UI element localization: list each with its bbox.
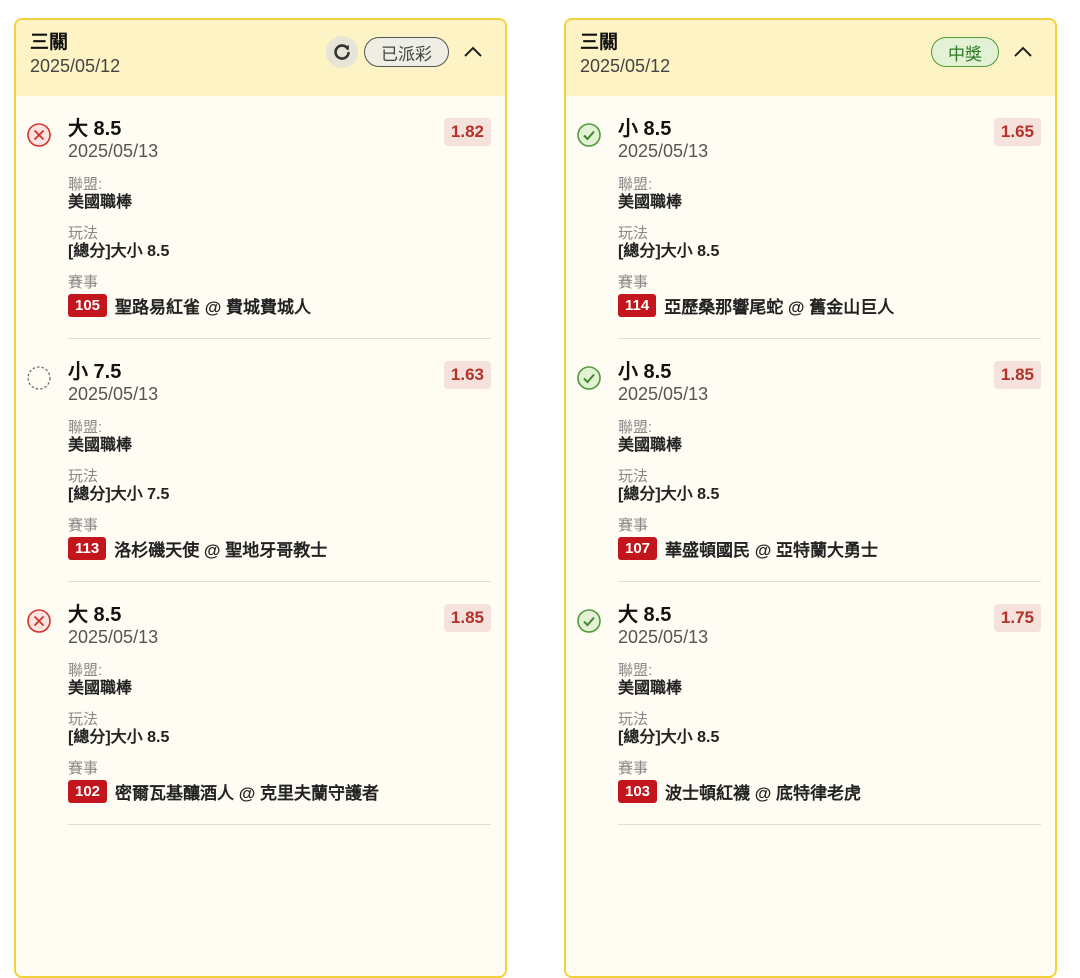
bet-slip-card: 三關 2025/05/12 中獎 小 8.5 2025/05/13 1.65 聯…: [564, 18, 1057, 978]
bet-type-value: [總分]大小 8.5: [618, 729, 720, 746]
league-label: 聯盟:: [618, 419, 653, 436]
status-badge: 中獎: [931, 37, 999, 67]
league-value: 美國職棒: [68, 194, 133, 211]
status-badge: 已派彩: [364, 37, 449, 67]
odds-badge: 1.85: [443, 604, 491, 632]
league-value: 美國職棒: [68, 680, 133, 697]
league-label: 聯盟:: [618, 662, 653, 679]
match-label: 賽事: [618, 274, 649, 291]
x-circle-icon: [27, 123, 51, 147]
bet-type-value: [總分]大小 8.5: [618, 243, 720, 260]
league-label: 聯盟:: [618, 176, 653, 193]
collapse-button[interactable]: [1005, 36, 1041, 68]
bet-date: 2025/05/13: [618, 627, 709, 647]
match-number: 107: [618, 537, 658, 560]
bet-selection: 小 7.5: [68, 361, 122, 383]
league-value: 美國職棒: [618, 680, 683, 697]
match-number: 113: [68, 537, 107, 560]
bet-date: 2025/05/13: [68, 384, 159, 404]
league-label: 聯盟:: [68, 662, 103, 679]
match-label: 賽事: [618, 760, 649, 777]
match-row: 102 密爾瓦基釀酒人 @ 克里夫蘭守護者: [68, 779, 491, 804]
bet-date: 2025/05/13: [68, 141, 159, 161]
match-row: 103 波士頓紅襪 @ 底特律老虎: [618, 779, 1041, 804]
bet-selection: 小 8.5: [618, 118, 672, 140]
bet-leg: 大 8.5 2025/05/13 1.82 聯盟: 美國職棒 玩法 [總分]大小…: [27, 96, 491, 339]
check-circle-icon: [577, 123, 601, 147]
match-name: 密爾瓦基釀酒人 @ 克里夫蘭守護者: [115, 784, 380, 803]
chevron-up-icon: [1014, 46, 1032, 57]
refresh-icon: [334, 44, 350, 60]
bet-slip-card: 三關 2025/05/12 已派彩 大 8.5 2025/05/13 1.82: [14, 18, 507, 978]
x-circle-icon: [27, 609, 51, 633]
odds-badge: 1.65: [993, 118, 1041, 146]
match-row: 113 洛杉磯天使 @ 聖地牙哥教士: [68, 536, 491, 561]
refresh-button[interactable]: [326, 36, 358, 68]
bet-leg: 小 7.5 2025/05/13 1.63 聯盟: 美國職棒 玩法 [總分]大小…: [27, 339, 491, 582]
bet-type-value: [總分]大小 8.5: [618, 486, 720, 503]
match-label: 賽事: [68, 517, 99, 534]
bet-type-label: 玩法: [68, 225, 99, 242]
card-header: 三關 2025/05/12 中獎: [566, 20, 1055, 96]
bet-date: 2025/05/13: [618, 141, 709, 161]
match-name: 華盛頓國民 @ 亞特蘭大勇士: [665, 541, 879, 560]
bet-selection: 大 8.5: [68, 118, 122, 140]
league-label: 聯盟:: [68, 419, 103, 436]
bet-type-value: [總分]大小 8.5: [68, 729, 170, 746]
bet-type-label: 玩法: [68, 711, 99, 728]
match-row: 105 聖路易紅雀 @ 費城費城人: [68, 293, 491, 318]
league-value: 美國職棒: [68, 437, 133, 454]
bet-type-label: 玩法: [68, 468, 99, 485]
match-number: 105: [68, 294, 108, 317]
check-circle-icon: [577, 609, 601, 633]
bet-type-label: 玩法: [618, 225, 649, 242]
check-circle-icon: [577, 366, 601, 390]
match-number: 103: [618, 780, 658, 803]
match-row: 107 華盛頓國民 @ 亞特蘭大勇士: [618, 536, 1041, 561]
bet-selection: 小 8.5: [618, 361, 672, 383]
bet-leg: 小 8.5 2025/05/13 1.85 聯盟: 美國職棒 玩法 [總分]大小…: [577, 339, 1041, 582]
match-label: 賽事: [618, 517, 649, 534]
match-name: 聖路易紅雀 @ 費城費城人: [115, 298, 312, 317]
match-name: 亞歷桑那響尾蛇 @ 舊金山巨人: [664, 298, 895, 317]
match-name: 波士頓紅襪 @ 底特律老虎: [665, 784, 862, 803]
bet-date: 2025/05/13: [68, 627, 159, 647]
chevron-up-icon: [464, 46, 482, 57]
league-value: 美國職棒: [618, 437, 683, 454]
bet-type-value: [總分]大小 8.5: [68, 243, 170, 260]
odds-badge: 1.82: [443, 118, 491, 146]
odds-badge: 1.75: [993, 604, 1041, 632]
bet-selection: 大 8.5: [68, 604, 122, 626]
match-name: 洛杉磯天使 @ 聖地牙哥教士: [114, 541, 328, 560]
match-label: 賽事: [68, 274, 99, 291]
bet-selection: 大 8.5: [618, 604, 672, 626]
bet-type-label: 玩法: [618, 711, 649, 728]
collapse-button[interactable]: [455, 36, 491, 68]
header-actions: 中獎: [931, 36, 1041, 68]
bet-type-value: [總分]大小 7.5: [68, 486, 170, 503]
odds-badge: 1.63: [443, 361, 491, 389]
bet-leg: 大 8.5 2025/05/13 1.75 聯盟: 美國職棒 玩法 [總分]大小…: [577, 582, 1041, 825]
bet-date: 2025/05/13: [618, 384, 709, 404]
header-actions: 已派彩: [326, 36, 491, 68]
odds-badge: 1.85: [993, 361, 1041, 389]
bet-type-label: 玩法: [618, 468, 649, 485]
league-value: 美國職棒: [618, 194, 683, 211]
match-label: 賽事: [68, 760, 99, 777]
dashed-circle-icon: [27, 366, 51, 390]
match-number: 102: [68, 780, 108, 803]
match-number: 114: [618, 294, 657, 317]
bet-leg: 大 8.5 2025/05/13 1.85 聯盟: 美國職棒 玩法 [總分]大小…: [27, 582, 491, 825]
league-label: 聯盟:: [68, 176, 103, 193]
bet-leg: 小 8.5 2025/05/13 1.65 聯盟: 美國職棒 玩法 [總分]大小…: [577, 96, 1041, 339]
card-header: 三關 2025/05/12 已派彩: [16, 20, 505, 96]
match-row: 114 亞歷桑那響尾蛇 @ 舊金山巨人: [618, 293, 1041, 318]
